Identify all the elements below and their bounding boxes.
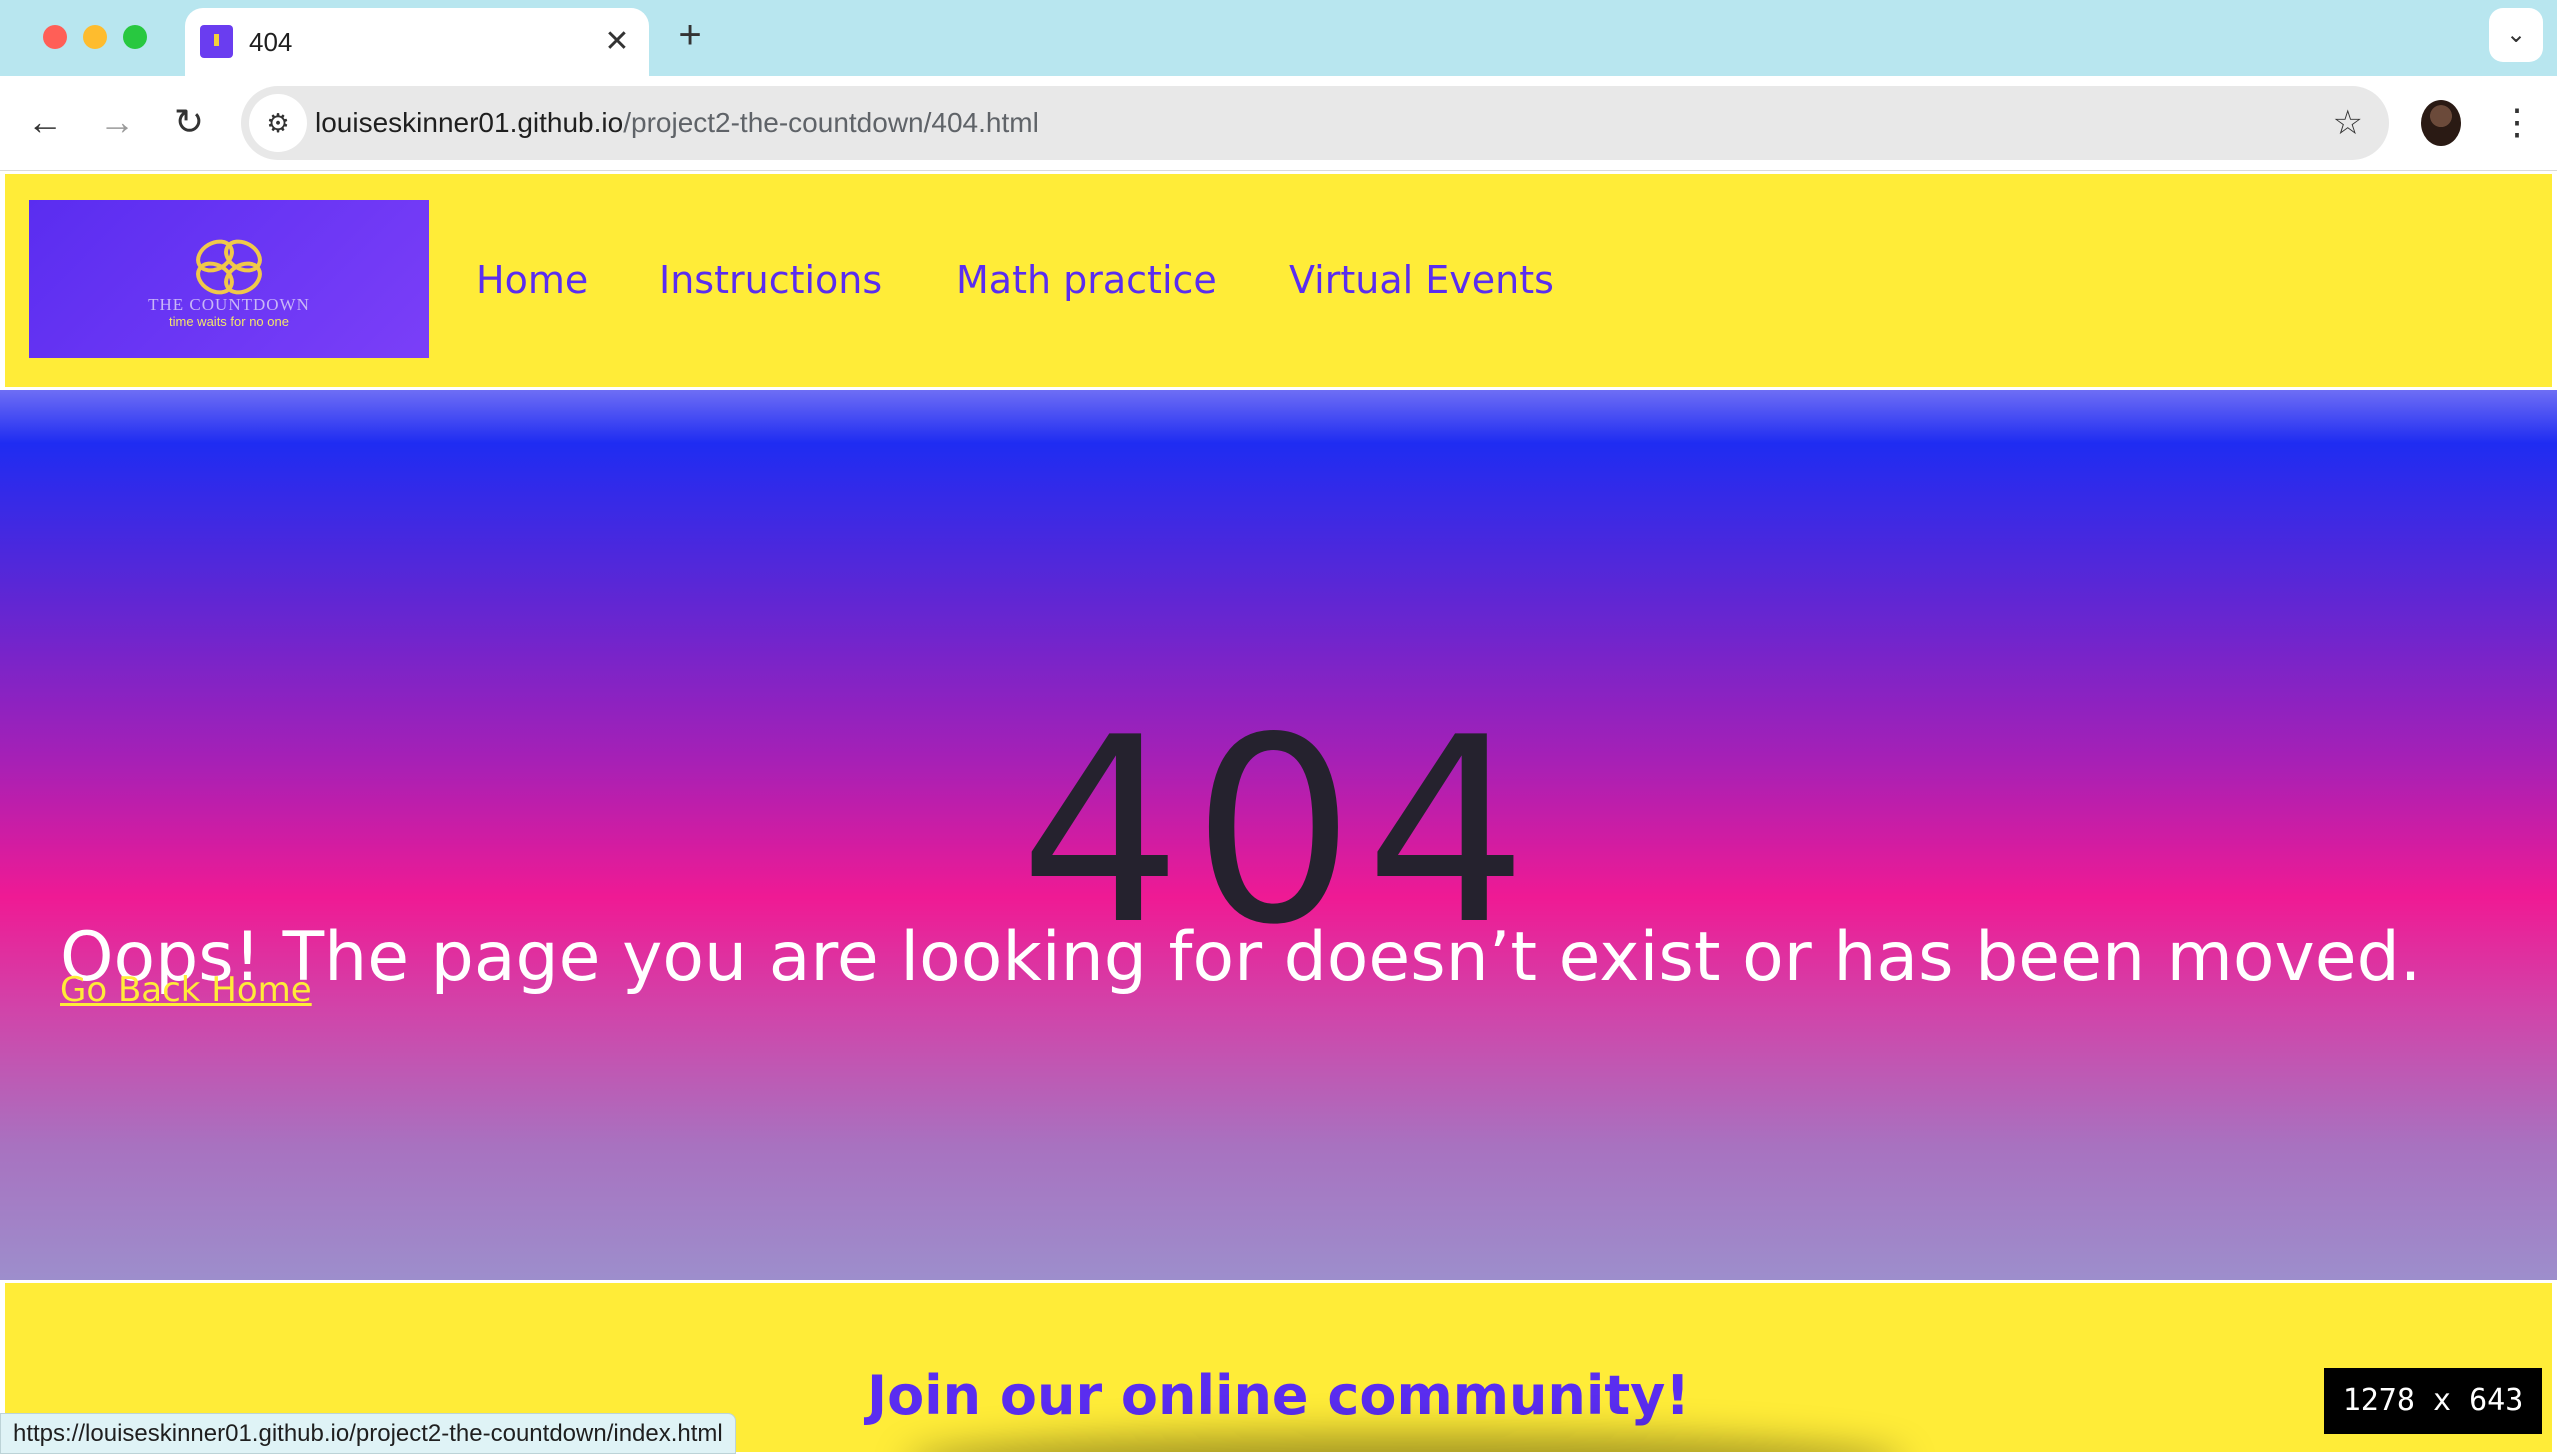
knot-logo-icon (196, 239, 262, 295)
profile-avatar[interactable] (2421, 100, 2461, 146)
url-path: /project2-the-countdown/404.html (623, 107, 1039, 138)
site-header: THE COUNTDOWN time waits for no one Home… (5, 174, 2552, 387)
address-bar[interactable]: ⚙ louiseskinner01.github.io/project2-the… (241, 86, 2389, 160)
error-section: 404 Oops! The page you are looking for d… (0, 390, 2557, 1280)
logo-tagline: time waits for no one (169, 314, 289, 329)
browser-toolbar: ← → ↻ ⚙ louiseskinner01.github.io/projec… (0, 76, 2557, 171)
footer-shadow (905, 1433, 1905, 1452)
nav-link-instructions[interactable]: Instructions (659, 252, 882, 308)
window-minimize-button[interactable] (83, 25, 107, 49)
new-tab-button[interactable]: + (668, 14, 712, 58)
nav-link-math-practice[interactable]: Math practice (956, 252, 1217, 308)
nav-link-home[interactable]: Home (476, 252, 588, 308)
url-domain: louiseskinner01.github.io (315, 107, 624, 138)
logo-name: THE COUNTDOWN (148, 295, 310, 314)
tab-search-button[interactable]: ⌄ (2489, 8, 2543, 62)
window-zoom-button[interactable] (123, 25, 147, 49)
nav-link-virtual-events[interactable]: Virtual Events (1289, 252, 1554, 308)
back-button[interactable]: ← (21, 98, 69, 146)
favicon-icon (200, 25, 233, 58)
error-message: Oops! The page you are looking for doesn… (60, 918, 2422, 997)
bookmark-star-icon[interactable]: ☆ (2333, 86, 2363, 160)
tab-title: 404 (249, 27, 293, 57)
window-close-button[interactable] (43, 25, 67, 49)
browser-tab[interactable]: 404 ✕ (185, 8, 649, 76)
tab-close-icon[interactable]: ✕ (597, 22, 637, 62)
browser-menu-icon[interactable]: ⋮ (2497, 98, 2537, 146)
url-text[interactable]: louiseskinner01.github.io/project2-the-c… (315, 86, 1039, 160)
reload-button[interactable]: ↻ (165, 98, 213, 146)
go-back-home-link[interactable]: Go Back Home (60, 965, 312, 1015)
viewport-size-badge: 1278 x 643 (2324, 1368, 2542, 1434)
link-status-bar: https://louiseskinner01.github.io/projec… (0, 1413, 736, 1454)
browser-tab-strip: 404 ✕ + ⌄ (0, 0, 2557, 76)
forward-button[interactable]: → (93, 98, 141, 146)
site-info-icon[interactable]: ⚙ (249, 94, 307, 152)
web-page: THE COUNTDOWN time waits for no one Home… (0, 171, 2557, 1452)
site-logo[interactable]: THE COUNTDOWN time waits for no one (29, 200, 429, 358)
